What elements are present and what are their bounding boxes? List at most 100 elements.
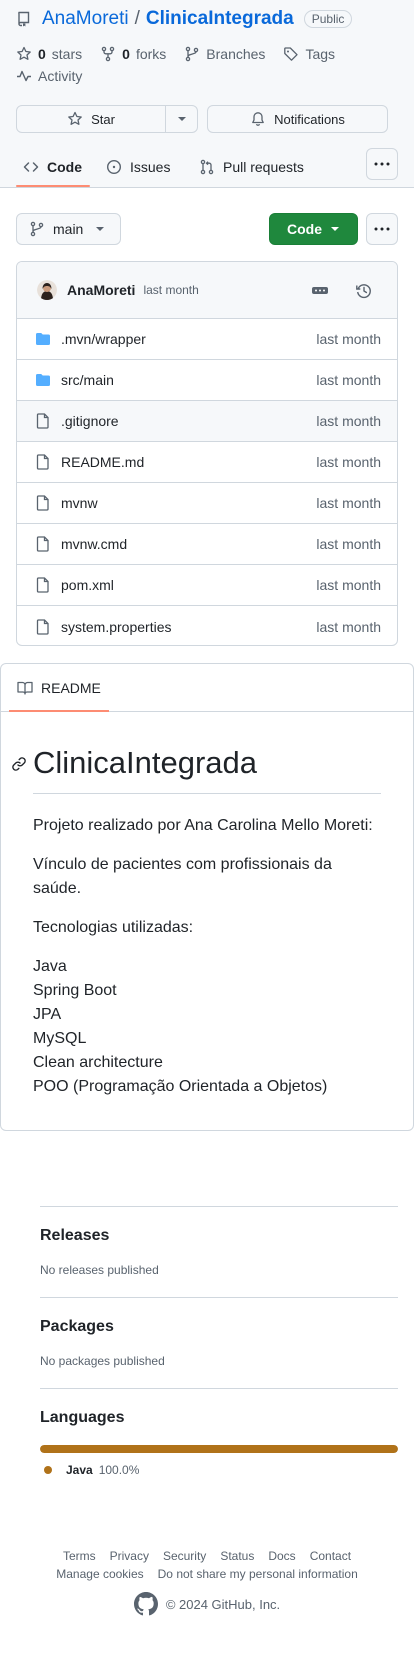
packages-section: Packages No packages published	[40, 1297, 398, 1387]
readme-paragraph: Tecnologias utilizadas:	[33, 919, 194, 936]
github-logo-icon[interactable]	[133, 1592, 158, 1616]
book-icon	[17, 680, 33, 696]
list-item: Java	[33, 958, 67, 975]
file-icon	[35, 618, 51, 635]
file-date: last month	[316, 331, 381, 347]
code-dropdown-button[interactable]: Code	[269, 213, 358, 245]
footer-link-status[interactable]: Status	[220, 1549, 254, 1563]
star-icon	[67, 111, 83, 127]
tags-link[interactable]: Tags	[283, 46, 335, 62]
triangle-down-icon	[95, 226, 105, 232]
branch-icon	[184, 46, 200, 62]
file-row[interactable]: .gitignore last month	[17, 401, 397, 442]
bell-icon	[250, 111, 266, 127]
language-dot	[44, 1466, 52, 1474]
footer-link-privacy[interactable]: Privacy	[110, 1549, 149, 1563]
kebab-horizontal-icon	[374, 227, 390, 231]
commit-message-toggle-icon[interactable]	[311, 282, 329, 298]
file-date: last month	[316, 618, 381, 635]
packages-empty-text: No packages published	[40, 1354, 165, 1368]
languages-section: Languages Java 100.0%	[40, 1388, 398, 1488]
file-date: last month	[316, 413, 381, 429]
triangle-down-icon	[330, 226, 340, 232]
repo-icon	[16, 11, 32, 27]
forks-link[interactable]: 0 forks	[100, 46, 166, 62]
footer-link-manage-cookies[interactable]: Manage cookies	[56, 1567, 143, 1581]
forks-count: 0	[122, 46, 130, 62]
list-item: JPA	[33, 1006, 62, 1023]
tab-code[interactable]: Code	[23, 145, 82, 189]
footer-link-docs[interactable]: Docs	[268, 1549, 295, 1563]
commit-author[interactable]: AnaMoreti	[67, 282, 135, 298]
branch-name: main	[53, 221, 84, 237]
file-row[interactable]: .mvn/wrapper last month	[17, 319, 397, 360]
more-actions-button[interactable]	[366, 213, 398, 245]
avatar[interactable]	[37, 280, 57, 300]
notifications-button[interactable]: Notifications	[207, 105, 388, 133]
file-row[interactable]: mvnw.cmd last month	[17, 524, 397, 565]
issue-icon	[106, 159, 122, 175]
file-row[interactable]: mvnw last month	[17, 483, 397, 524]
fork-icon	[100, 46, 116, 62]
packages-title[interactable]: Packages	[40, 1318, 398, 1336]
file-name[interactable]: mvnw.cmd	[61, 536, 316, 552]
readme-tab-label: README	[41, 679, 101, 696]
file-name[interactable]: .mvn/wrapper	[61, 331, 316, 347]
file-name[interactable]: system.properties	[61, 619, 316, 635]
tab-pull-requests-label: Pull requests	[223, 159, 304, 175]
language-item[interactable]: Java 100.0%	[40, 1463, 398, 1477]
file-name[interactable]: pom.xml	[61, 577, 316, 593]
file-icon	[35, 577, 51, 593]
tab-issues-label: Issues	[130, 159, 171, 175]
file-name[interactable]: src/main	[61, 372, 316, 388]
footer-copyright-row: © 2024 GitHub, Inc.	[0, 1592, 414, 1616]
file-row[interactable]: system.properties last month	[17, 606, 397, 645]
releases-empty-text: No releases published	[40, 1263, 159, 1277]
star-button[interactable]: Star	[16, 105, 166, 133]
file-row[interactable]: src/main last month	[17, 360, 397, 401]
branch-icon	[29, 221, 45, 237]
repo-name-link[interactable]: ClinicaIntegrada	[146, 8, 294, 30]
file-name[interactable]: .gitignore	[61, 413, 316, 429]
triangle-down-icon	[177, 116, 187, 122]
footer-link-do-not-share[interactable]: Do not share my personal information	[158, 1567, 358, 1581]
commit-time: last month	[143, 283, 199, 297]
activity-icon	[16, 68, 32, 84]
file-row[interactable]: README.md last month	[17, 442, 397, 483]
pull-request-icon	[199, 159, 215, 175]
stars-link[interactable]: 0 stars	[16, 46, 82, 62]
file-row[interactable]: pom.xml last month	[17, 565, 397, 606]
file-icon	[35, 495, 51, 511]
tab-pull-requests[interactable]: Pull requests	[199, 145, 304, 189]
file-icon	[35, 413, 51, 429]
star-list-dropdown[interactable]	[165, 105, 198, 133]
file-icon	[35, 454, 51, 470]
tab-issues[interactable]: Issues	[106, 145, 170, 189]
latest-commit: AnaMoreti last month	[17, 262, 397, 319]
file-name[interactable]: README.md	[61, 454, 316, 470]
activity-link[interactable]: Activity	[16, 68, 82, 84]
branch-selector[interactable]: main	[16, 213, 121, 245]
notifications-label: Notifications	[274, 111, 345, 127]
tab-code-label: Code	[47, 159, 82, 175]
more-tabs-button[interactable]	[366, 148, 398, 180]
repo-owner-link[interactable]: AnaMoreti	[42, 8, 129, 30]
code-button-label: Code	[287, 221, 322, 237]
footer-links-row1: Terms Privacy Security Status Docs Conta…	[0, 1549, 414, 1563]
file-date: last month	[316, 372, 381, 388]
anchor-link-icon[interactable]	[11, 756, 27, 772]
activity-label: Activity	[38, 68, 83, 84]
branches-link[interactable]: Branches	[184, 46, 265, 62]
footer-link-security[interactable]: Security	[163, 1549, 206, 1563]
repo-stats: 0 stars 0 forks Branches Tags	[16, 46, 335, 62]
readme-tech-list: Java Spring Boot JPA MySQL Clean archite…	[33, 955, 383, 1099]
history-icon[interactable]	[355, 282, 373, 300]
readme-tab[interactable]: README	[1, 664, 413, 712]
footer-link-contact[interactable]: Contact	[310, 1549, 351, 1563]
repo-tabs: Code Issues Pull requests	[0, 145, 414, 189]
footer-link-terms[interactable]: Terms	[63, 1549, 96, 1563]
file-name[interactable]: mvnw	[61, 495, 316, 511]
language-percent: 100.0%	[98, 1463, 140, 1477]
repo-title: AnaMoreti / ClinicaIntegrada Public	[16, 6, 353, 32]
releases-title[interactable]: Releases	[40, 1227, 398, 1245]
